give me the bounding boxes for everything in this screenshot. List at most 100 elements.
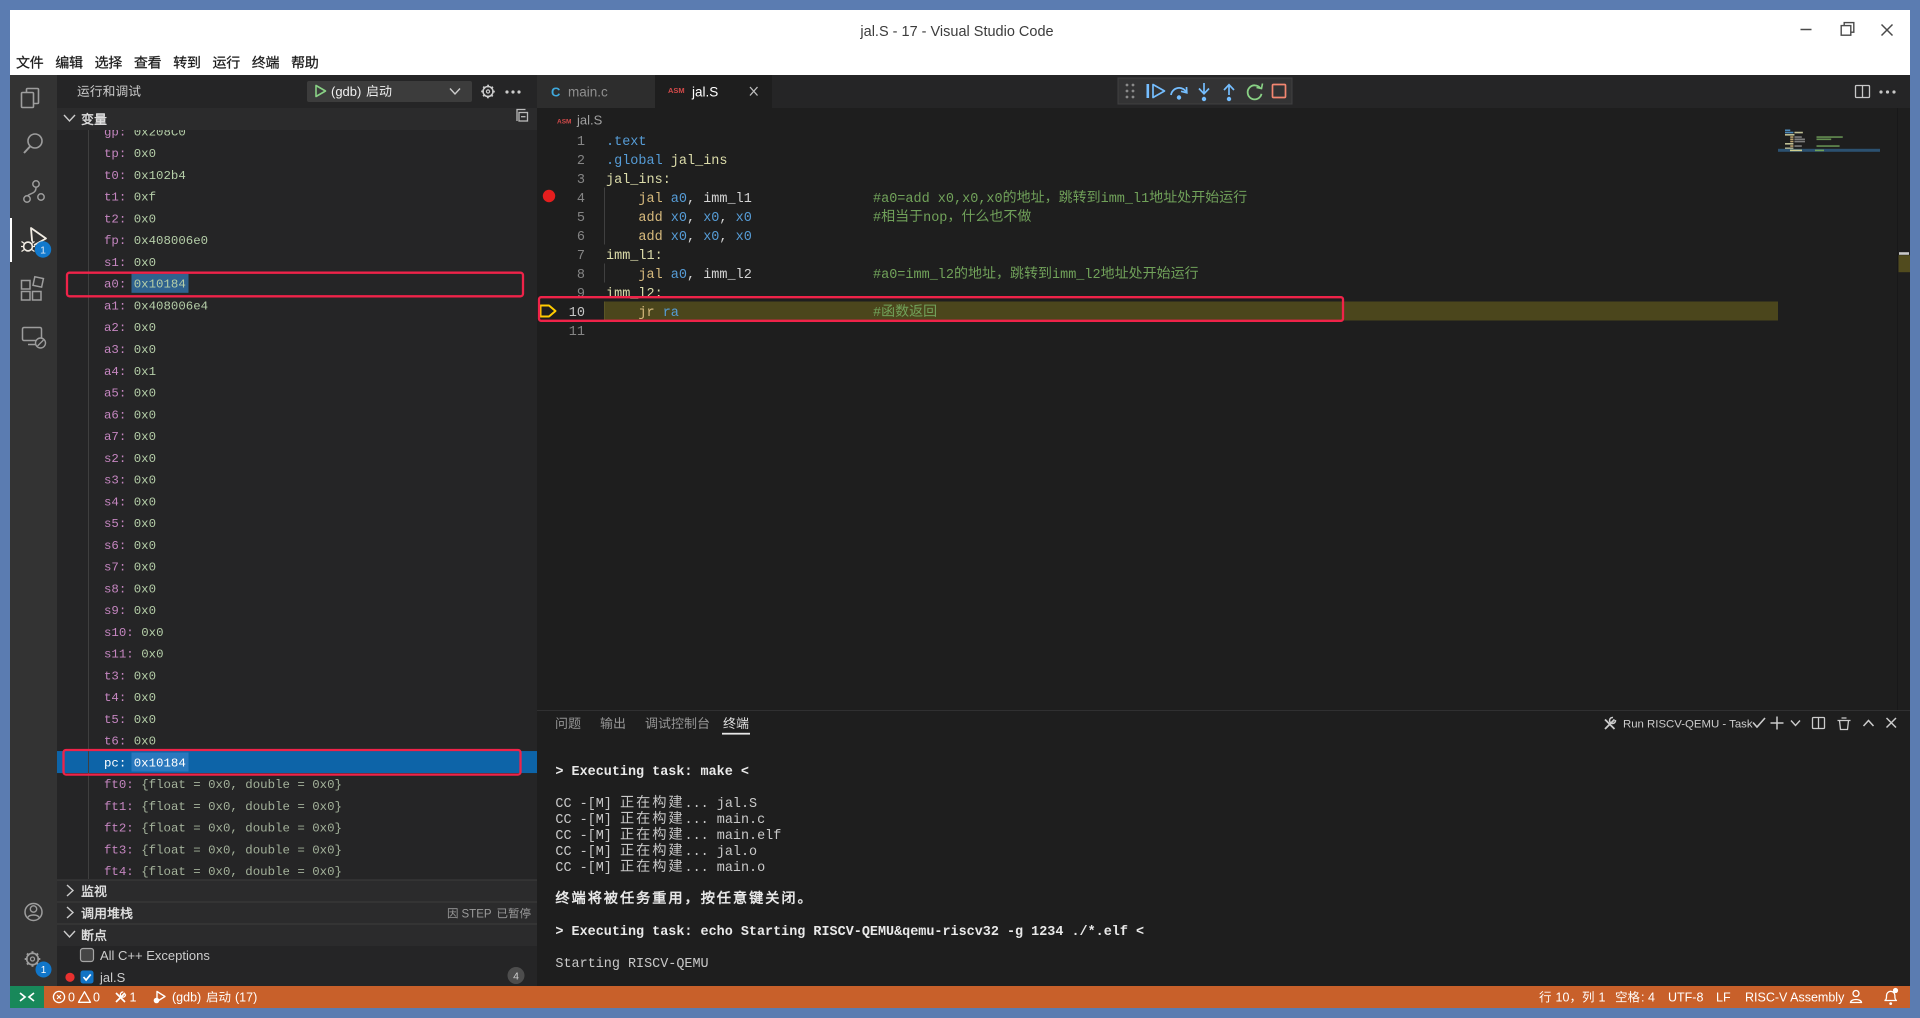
svg-text:ASM: ASM [668,86,685,95]
svg-text:jr: jr [638,306,654,321]
svg-text:5: 5 [577,211,585,226]
svg-text:a5:: a5: [104,387,126,401]
svg-text:0x1: 0x1 [134,365,156,379]
svg-text:imm_l2: imm_l2 [695,268,752,283]
svg-text:0x0: 0x0 [141,648,163,662]
svg-text:ASM: ASM [557,119,571,126]
svg-text:t3:: t3: [104,669,126,683]
svg-text:0x0: 0x0 [141,626,163,640]
svg-text:0x0: 0x0 [134,713,156,727]
svg-text:s11:: s11: [104,648,134,662]
svg-text:... main.elf: ... main.elf [685,829,782,844]
svg-text:,: , [687,211,695,226]
svg-text:pc:: pc: [104,756,126,770]
svg-text:{float = 0x0, double = 0x0}: {float = 0x0, double = 0x0} [141,778,342,792]
svg-text:0x0: 0x0 [134,343,156,357]
svg-text:Starting RISCV-QEMU: Starting RISCV-QEMU [555,957,708,972]
svg-text:3: 3 [577,173,585,188]
svg-text:0xf: 0xf [134,191,156,205]
svg-text:,: , [687,230,695,245]
svg-text:0x408006e4: 0x408006e4 [134,299,208,313]
svg-text:t6:: t6: [104,735,126,749]
svg-text:s5:: s5: [104,517,126,531]
svg-text:1: 1 [130,991,137,1005]
svg-text:s7:: s7: [104,561,126,575]
svg-text:... jal.o: ... jal.o [685,845,758,860]
svg-text:{float = 0x0, double = 0x0}: {float = 0x0, double = 0x0} [141,822,342,836]
svg-text:t2:: t2: [104,212,126,226]
svg-text:... main.c: ... main.c [685,813,766,828]
svg-text:x0: x0 [736,211,752,226]
svg-text:6: 6 [577,230,585,245]
svg-text:0x0: 0x0 [134,735,156,749]
svg-text:ft1:: ft1: [104,800,134,814]
svg-text:#: # [873,306,881,321]
svg-text:CC -[M]: CC -[M] [555,829,620,844]
svg-text:0x10184: 0x10184 [134,756,186,770]
svg-text:8: 8 [577,268,585,283]
svg-text:imm_l1: imm_l1 [1101,192,1150,207]
svg-text:0x0: 0x0 [134,408,156,422]
svg-text:ft0:: ft0: [104,778,134,792]
svg-text:0x408006e0: 0x408006e0 [134,234,208,248]
svg-text:0x0: 0x0 [134,256,156,270]
svg-text:C: C [551,85,561,100]
svg-text:> Executing task: echo Startin: > Executing task: echo Starting RISCV-QE… [555,925,1144,940]
svg-text:t0:: t0: [104,169,126,183]
svg-text:a4:: a4: [104,365,126,379]
svg-text:jal_ins:: jal_ins: [606,173,671,188]
svg-text:0: 0 [68,991,75,1005]
svg-text:s10:: s10: [104,626,134,640]
svg-text:s4:: s4: [104,495,126,509]
svg-text:0x0: 0x0 [134,387,156,401]
svg-text:Run RISCV-QEMU - Task: Run RISCV-QEMU - Task [1623,719,1753,731]
svg-text:RISC-V Assembly: RISC-V Assembly [1745,991,1845,1005]
svg-text:s9:: s9: [104,604,126,618]
svg-text:0x102b4: 0x102b4 [134,169,186,183]
svg-text:CC -[M]: CC -[M] [555,845,620,860]
svg-text:CC -[M]: CC -[M] [555,813,620,828]
svg-text:CC -[M]: CC -[M] [555,797,620,812]
svg-text:a1:: a1: [104,299,126,313]
svg-text:1: 1 [41,965,47,976]
svg-text:,: , [687,192,695,207]
svg-text:9: 9 [577,287,585,302]
svg-text:ra: ra [663,306,679,321]
svg-text:a0: a0 [671,268,687,283]
svg-text:... jal.S: ... jal.S [685,797,758,812]
svg-text:{float = 0x0, double = 0x0}: {float = 0x0, double = 0x0} [141,865,342,879]
svg-text:0x0: 0x0 [134,582,156,596]
svg-text:jal.S - 17 - Visual Studio Cod: jal.S - 17 - Visual Studio Code [859,24,1053,40]
svg-text:x0: x0 [671,211,687,226]
svg-text:a3:: a3: [104,343,126,357]
svg-text:imm_l2:: imm_l2: [606,287,663,302]
svg-text:s2:: s2: [104,452,126,466]
svg-text:0x0: 0x0 [134,212,156,226]
svg-text:ft3:: ft3: [104,843,134,857]
svg-text:7: 7 [577,249,585,264]
svg-text:STEP: STEP [462,909,492,921]
svg-text:ft2:: ft2: [104,822,134,836]
svg-text:t4:: t4: [104,691,126,705]
svg-text:jal: jal [638,268,662,283]
svg-text:{float = 0x0, double = 0x0}: {float = 0x0, double = 0x0} [141,843,342,857]
svg-text:a0: a0 [671,192,687,207]
svg-text:imm_l2: imm_l2 [1052,268,1101,283]
svg-text:0x0: 0x0 [134,517,156,531]
svg-text:.text: .text [606,135,647,150]
svg-text:imm_l1:: imm_l1: [606,249,663,264]
svg-text:: 4: : 4 [1641,991,1655,1005]
svg-text:1: 1 [40,244,46,256]
svg-text:ft4:: ft4: [104,865,134,879]
svg-text:#a0=imm_l2: #a0=imm_l2 [873,268,954,283]
svg-text:t5:: t5: [104,713,126,727]
svg-text:0x0: 0x0 [134,430,156,444]
svg-text:a7:: a7: [104,430,126,444]
svg-text:10: 10 [569,306,585,321]
svg-text:s3:: s3: [104,474,126,488]
svg-text:> Executing task: make <: > Executing task: make < [555,765,749,780]
svg-text:LF: LF [1716,991,1731,1005]
svg-text:11: 11 [569,325,585,340]
svg-text:0x10184: 0x10184 [134,278,186,292]
svg-text:imm_l1: imm_l1 [695,192,752,207]
